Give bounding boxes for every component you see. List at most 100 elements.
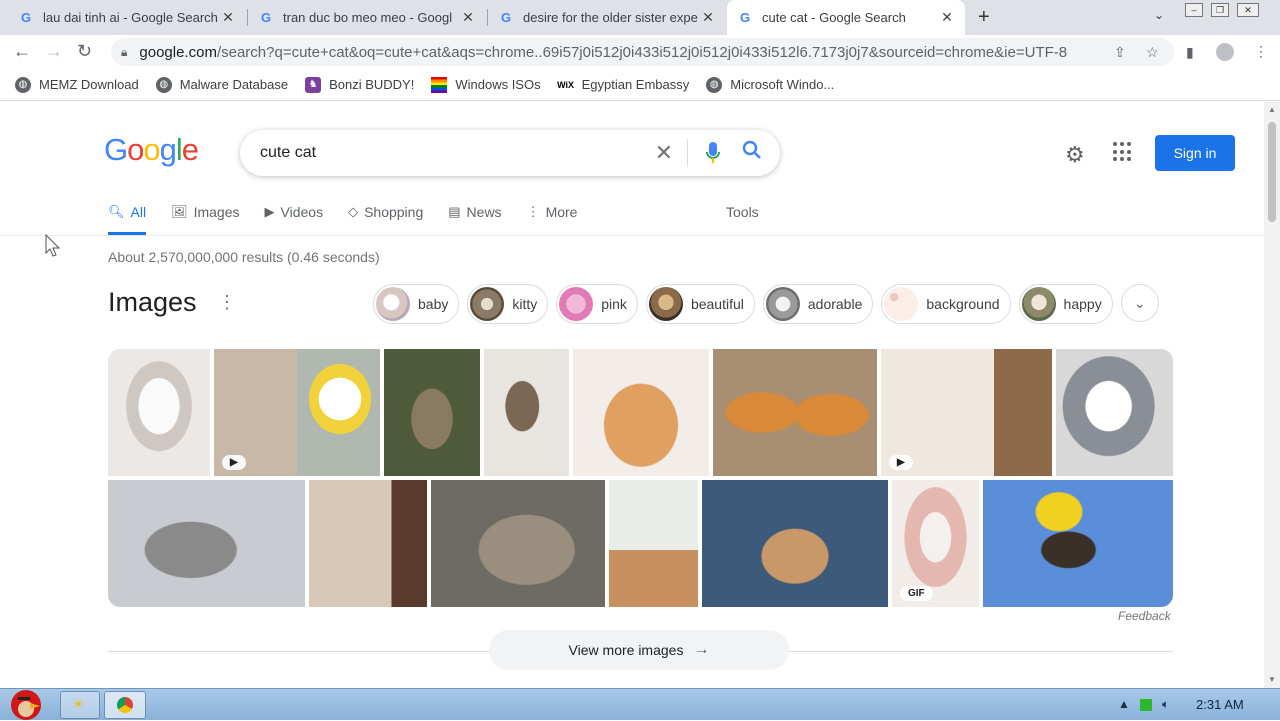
tab-more[interactable]: ⋮ More xyxy=(527,204,578,235)
image-result[interactable] xyxy=(1056,349,1173,476)
bookmark-malware-database[interactable]: ◍ Malware Database xyxy=(155,76,288,93)
close-icon[interactable]: ✕ xyxy=(939,9,955,26)
chip-pink[interactable]: pink xyxy=(556,284,638,324)
tools-button[interactable]: Tools xyxy=(726,204,759,220)
side-panel-icon[interactable]: ▮ xyxy=(1186,44,1194,61)
feedback-link[interactable]: Feedback xyxy=(1118,609,1171,623)
chip-beautiful[interactable]: beautiful xyxy=(645,284,755,324)
chip-background[interactable]: background xyxy=(881,284,1011,324)
tab-label: All xyxy=(130,204,147,220)
view-more-images-button[interactable]: View more images → xyxy=(489,630,789,670)
image-result[interactable]: ▶ xyxy=(881,349,1052,476)
image-result[interactable] xyxy=(702,480,888,607)
image-result[interactable] xyxy=(108,480,305,607)
taskbar-explorer-button[interactable]: ☀ xyxy=(60,691,100,719)
microphone-icon[interactable] xyxy=(702,142,724,164)
start-angry-bird-icon[interactable] xyxy=(4,683,48,721)
view-more-label: View more images xyxy=(568,642,684,658)
bookmark-egyptian-embassy[interactable]: WiX Egyptian Embassy xyxy=(557,77,689,93)
profile-avatar-icon[interactable] xyxy=(1216,43,1234,61)
image-result[interactable] xyxy=(713,349,877,476)
image-result[interactable] xyxy=(309,480,427,607)
tab-label: News xyxy=(466,204,502,220)
bookmark-memz[interactable]: ◍ MEMZ Download xyxy=(15,76,139,93)
chip-happy[interactable]: happy xyxy=(1018,284,1113,324)
chevron-down-icon[interactable]: ⌄ xyxy=(1120,284,1159,322)
url-text[interactable]: google.com/search?q=cute+cat&oq=cute+cat… xyxy=(139,44,1094,61)
more-vert-icon[interactable]: ⋮ xyxy=(218,292,236,313)
bookmark-windows-isos[interactable]: Windows ISOs xyxy=(431,76,541,93)
forward-arrow-icon[interactable]: → xyxy=(45,41,63,62)
tab-shopping[interactable]: ◇ Shopping xyxy=(348,204,423,235)
chip-thumbnail xyxy=(884,287,919,321)
bookmark-bonzi[interactable]: ♞ Bonzi BUDDY! xyxy=(305,76,414,93)
search-type-tabs: 🔍︎ All 🖼︎ Images ▶ Videos ◇ Shopping ▤ News ⋮… xyxy=(108,204,602,235)
tab-title: cute cat - Google Search xyxy=(762,10,906,25)
scrollbar-thumb[interactable] xyxy=(1268,122,1276,222)
network-icon[interactable] xyxy=(1140,699,1152,711)
share-icon[interactable]: ⇪ xyxy=(1114,44,1126,61)
address-bar[interactable]: 🔒︎ google.com/search?q=cute+cat&oq=cute+… xyxy=(111,38,1174,66)
restore-button[interactable]: ❐ xyxy=(1211,3,1229,17)
image-result[interactable] xyxy=(431,480,605,607)
google-favicon-icon: G xyxy=(20,10,32,25)
search-icon: 🔍︎ xyxy=(108,204,125,219)
taskbar-clock[interactable]: 2:31 AM xyxy=(1196,697,1244,712)
chip-label: beautiful xyxy=(690,296,744,312)
google-favicon-icon: G xyxy=(260,10,272,25)
reload-icon[interactable]: ↻ xyxy=(77,41,92,62)
image-result[interactable] xyxy=(108,349,210,476)
chip-baby[interactable]: baby xyxy=(373,284,460,324)
page-scrollbar[interactable]: ▲ ▼ xyxy=(1264,102,1280,688)
browser-tab-3[interactable]: G desire for the older sister expe ✕ xyxy=(488,0,726,35)
image-result[interactable] xyxy=(609,480,698,607)
image-result[interactable]: GIF xyxy=(892,480,979,607)
image-result[interactable] xyxy=(573,349,709,476)
close-icon[interactable]: ✕ xyxy=(220,9,236,26)
new-tab-button[interactable]: + xyxy=(978,6,990,29)
image-result[interactable] xyxy=(484,349,569,476)
minimize-button[interactable]: – xyxy=(1185,3,1203,17)
image-result[interactable] xyxy=(983,480,1173,607)
search-icon[interactable] xyxy=(742,140,762,166)
bonzi-icon: ♞ xyxy=(305,76,322,93)
search-input[interactable]: cute cat xyxy=(260,144,655,162)
tray-expand-icon[interactable]: ▲ xyxy=(1118,697,1130,711)
sign-in-button[interactable]: Sign in xyxy=(1155,135,1235,171)
tab-news[interactable]: ▤ News xyxy=(448,204,501,235)
chip-adorable[interactable]: adorable xyxy=(762,284,874,324)
chrome-menu-icon[interactable]: ⋮ xyxy=(1254,43,1268,60)
image-result[interactable]: ▶ xyxy=(214,349,380,476)
settings-gear-icon[interactable]: ⚙ xyxy=(1065,142,1085,168)
image-result[interactable] xyxy=(384,349,480,476)
scroll-down-icon[interactable]: ▼ xyxy=(1268,675,1276,684)
bookmark-microsoft-windows[interactable]: ◍ Microsoft Windo... xyxy=(706,76,834,93)
google-logo[interactable]: Google xyxy=(104,132,199,168)
taskbar-chrome-button[interactable] xyxy=(104,691,146,719)
browser-tab-active[interactable]: G cute cat - Google Search ✕ xyxy=(727,0,965,35)
bookmark-label: Windows ISOs xyxy=(455,77,541,92)
volume-icon[interactable]: 🔈︎ xyxy=(1162,697,1169,712)
close-icon[interactable]: ✕ xyxy=(460,9,476,26)
google-apps-icon[interactable] xyxy=(1113,142,1133,162)
tab-all[interactable]: 🔍︎ All xyxy=(108,204,147,235)
browser-tab-1[interactable]: G lau dai tinh ai - Google Search ✕ xyxy=(8,0,246,35)
star-icon[interactable]: ☆ xyxy=(1146,44,1159,61)
sunflower-hat-shape xyxy=(309,364,371,434)
clear-icon[interactable]: ✕ xyxy=(655,140,673,166)
browser-tab-2[interactable]: G tran duc bo meo meo - Googl ✕ xyxy=(248,0,486,35)
close-window-button[interactable]: ✕ xyxy=(1237,3,1259,17)
chip-kitty[interactable]: kitty xyxy=(467,284,549,324)
back-arrow-icon[interactable]: ← xyxy=(13,41,31,62)
search-box[interactable]: cute cat ✕ xyxy=(240,130,780,176)
lock-icon[interactable]: 🔒︎ xyxy=(121,45,127,60)
tab-videos[interactable]: ▶ Videos xyxy=(265,204,324,235)
tab-search-chevron-icon[interactable]: ⌄ xyxy=(1154,8,1164,22)
close-icon[interactable]: ✕ xyxy=(700,9,716,26)
images-heading: Images xyxy=(108,287,197,317)
tab-images[interactable]: 🖼︎ Images xyxy=(171,204,239,235)
logo-letter: o xyxy=(143,132,160,167)
scroll-up-icon[interactable]: ▲ xyxy=(1268,105,1276,114)
tab-title: tran duc bo meo meo - Googl xyxy=(283,10,453,25)
video-icon: ▶ xyxy=(264,204,275,219)
